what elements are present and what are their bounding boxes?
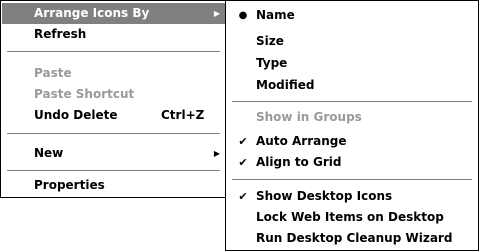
submenu-item-size[interactable]: Size — [227, 31, 477, 52]
arrange-icons-submenu: ● Name Size Type Modified Show in Groups… — [225, 0, 479, 251]
menu-item-paste: Paste — [2, 63, 225, 84]
checkmark-icon: ✔ — [238, 135, 248, 148]
menu-item-label: Arrange Icons By — [34, 6, 150, 20]
submenu-item-run-cleanup-wizard[interactable]: Run Desktop Cleanup Wizard — [227, 228, 477, 249]
menu-separator — [232, 101, 472, 102]
submenu-arrow-icon: ▶ — [213, 9, 220, 18]
menu-item-label: Paste — [34, 66, 72, 80]
menu-separator — [7, 133, 220, 134]
menu-item-label: Size — [256, 34, 284, 48]
menu-item-label: Auto Arrange — [256, 134, 347, 148]
menu-separator — [232, 179, 472, 180]
submenu-item-align-to-grid[interactable]: ✔ Align to Grid — [227, 152, 477, 173]
menu-item-refresh[interactable]: Refresh — [2, 24, 225, 45]
submenu-item-modified[interactable]: Modified — [227, 75, 477, 96]
menu-separator — [7, 51, 220, 52]
menu-item-undo-delete[interactable]: Undo Delete Ctrl+Z — [2, 105, 225, 126]
menu-item-new[interactable]: New ▶ — [2, 143, 225, 164]
submenu-item-show-in-groups: Show in Groups — [227, 107, 477, 128]
menu-item-label: Undo Delete — [34, 108, 118, 122]
checkmark-icon: ✔ — [238, 190, 248, 203]
menu-item-arrange-icons-by[interactable]: Arrange Icons By ▶ — [2, 3, 225, 24]
checkmark-icon: ✔ — [238, 156, 248, 169]
menu-item-label: Name — [256, 8, 295, 22]
menu-item-label: New — [34, 146, 64, 160]
menu-item-label: Lock Web Items on Desktop — [256, 210, 444, 224]
menu-item-label: Refresh — [34, 27, 87, 41]
menu-item-label: Modified — [256, 78, 315, 92]
menu-item-label: Run Desktop Cleanup Wizard — [256, 231, 453, 245]
menu-item-shortcut: Ctrl+Z — [161, 108, 205, 122]
radio-bullet-icon: ● — [238, 10, 248, 21]
desktop-context-menu: Arrange Icons By ▶ Refresh Paste Paste S… — [0, 0, 227, 198]
submenu-item-show-desktop-icons[interactable]: ✔ Show Desktop Icons — [227, 186, 477, 207]
menu-item-label: Properties — [34, 178, 105, 192]
submenu-item-name[interactable]: ● Name — [227, 5, 477, 26]
menu-item-label: Show in Groups — [256, 110, 362, 124]
menu-separator — [7, 170, 220, 171]
menu-item-label: Type — [256, 56, 288, 70]
menu-item-paste-shortcut: Paste Shortcut — [2, 84, 225, 105]
menu-item-label: Show Desktop Icons — [256, 189, 393, 203]
menu-item-label: Paste Shortcut — [34, 87, 135, 101]
menu-item-properties[interactable]: Properties — [2, 175, 225, 196]
menu-item-label: Align to Grid — [256, 155, 342, 169]
desktop-context-menus: Arrange Icons By ▶ Refresh Paste Paste S… — [0, 0, 479, 251]
submenu-item-type[interactable]: Type — [227, 53, 477, 74]
submenu-item-auto-arrange[interactable]: ✔ Auto Arrange — [227, 131, 477, 152]
submenu-item-lock-web-items[interactable]: Lock Web Items on Desktop — [227, 207, 477, 228]
submenu-arrow-icon: ▶ — [213, 149, 220, 158]
